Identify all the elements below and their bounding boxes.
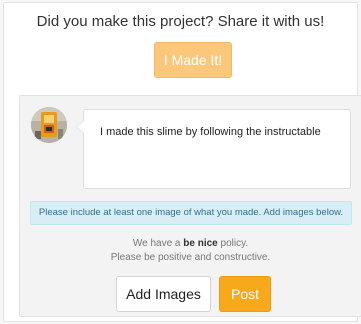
i-made-it-button[interactable]: I Made It! bbox=[154, 42, 232, 78]
comment-panel: I made this slime by following the instr… bbox=[19, 95, 361, 317]
avatar-image bbox=[31, 107, 67, 143]
share-prompt: Did you make this project? Share it with… bbox=[36, 13, 325, 30]
post-button[interactable]: Post bbox=[219, 276, 271, 312]
policy-emphasis: be nice bbox=[183, 238, 218, 249]
policy-line-2: Please be positive and constructive. bbox=[110, 252, 271, 263]
comment-textarea[interactable]: I made this slime by following the instr… bbox=[83, 109, 351, 189]
policy-prefix: We have a bbox=[132, 238, 184, 249]
page-frame: Did you make this project? Share it with… bbox=[0, 0, 361, 324]
add-images-button[interactable]: Add Images bbox=[116, 276, 211, 312]
policy-suffix: policy. bbox=[217, 238, 249, 249]
bubble-tail-inner bbox=[77, 121, 84, 133]
policy-line-1: We have a be nice policy. bbox=[20, 237, 361, 250]
user-avatar-icon bbox=[31, 107, 67, 143]
image-required-notice: Please include at least one image of wha… bbox=[30, 201, 352, 225]
share-project-card: Did you make this project? Share it with… bbox=[3, 2, 361, 322]
